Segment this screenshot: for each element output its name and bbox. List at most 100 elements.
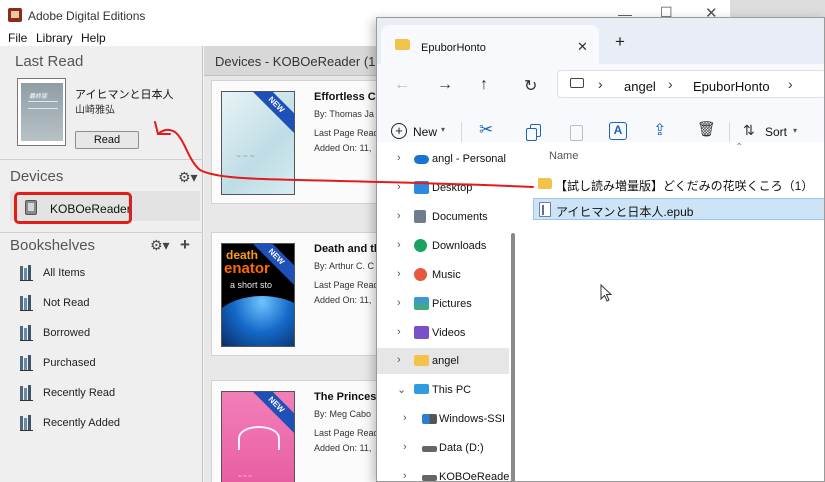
menu-help[interactable]: Help — [81, 31, 106, 45]
file-row-epub[interactable]: アイヒマンと日本人.epub — [533, 198, 824, 220]
bookshelf-icon — [20, 385, 34, 401]
add-bookshelf-icon[interactable]: + — [180, 235, 190, 255]
chevron-right-icon[interactable]: › — [598, 76, 603, 92]
tree-label: Music — [432, 269, 461, 281]
new-tab-icon[interactable]: + — [615, 32, 625, 52]
ade-app-icon — [8, 8, 22, 22]
forward-arrow-icon[interactable]: → — [437, 76, 453, 94]
chevron-right-icon[interactable]: › — [403, 412, 407, 424]
bookshelves-gear-icon[interactable]: ⚙▾ — [150, 237, 170, 254]
shelf-label: Recently Added — [43, 417, 121, 429]
tree-item-documents[interactable]: › Documents — [377, 204, 509, 230]
file-row-folder[interactable]: 【試し読み増量版】どくだみの花咲くころ（1） — [533, 173, 824, 195]
column-header-name[interactable]: Name — [549, 150, 578, 162]
shelf-not-read[interactable]: Not Read — [20, 292, 200, 314]
explorer-navigation-pane: › angl - Personal › Desktop › Documents … — [377, 142, 517, 482]
sidebar-divider — [0, 232, 203, 233]
chevron-right-icon[interactable]: › — [397, 239, 401, 251]
bookshelf-icon — [20, 295, 34, 311]
tree-item-music[interactable]: › Music — [377, 262, 509, 288]
paste-icon[interactable] — [567, 123, 585, 141]
shelf-label: Recently Read — [43, 387, 116, 399]
shelf-all-items[interactable]: All Items — [20, 262, 200, 284]
bookshelves-title: Bookshelves — [10, 237, 96, 254]
navigation-scrollbar-thumb[interactable] — [511, 233, 515, 481]
book-title[interactable]: Effortless Ch — [314, 91, 382, 103]
chevron-right-icon[interactable]: › — [397, 354, 401, 366]
up-arrow-icon[interactable]: ↑ — [480, 76, 488, 94]
chevron-right-icon[interactable]: › — [668, 76, 673, 92]
pictures-icon — [414, 297, 429, 310]
book-card[interactable]: ~ ~ ~ NEW The Princess By: Meg Cabo Last… — [211, 380, 382, 482]
bookshelf-icon — [20, 325, 34, 341]
sort-button[interactable]: ⇅ Sort ▾ — [743, 122, 803, 142]
book-cover[interactable]: death enator a short sto NEW — [221, 243, 295, 347]
chevron-right-icon[interactable]: › — [788, 76, 793, 92]
tree-item-pictures[interactable]: › Pictures — [377, 291, 509, 317]
chevron-right-icon[interactable]: › — [397, 210, 401, 222]
tree-item-videos[interactable]: › Videos — [377, 320, 509, 346]
devices-gear-icon[interactable]: ⚙▾ — [178, 169, 198, 186]
close-tab-icon[interactable]: ✕ — [577, 39, 588, 55]
book-card[interactable]: ~ ~ ~ NEW Effortless Ch By: Thomas Ja La… — [211, 80, 382, 204]
cut-icon[interactable]: ✂ — [479, 120, 497, 139]
tree-item-desktop[interactable]: › Desktop — [377, 175, 509, 201]
menu-file[interactable]: File — [8, 31, 27, 45]
share-icon[interactable]: ⇪ — [653, 120, 671, 139]
new-button-label: New — [413, 125, 438, 139]
breadcrumb-epuborhonto[interactable]: EpuborHonto — [693, 79, 770, 94]
chevron-right-icon[interactable]: › — [397, 326, 401, 338]
shelf-purchased[interactable]: Purchased — [20, 352, 200, 374]
chevron-right-icon[interactable]: › — [403, 470, 407, 481]
drive-icon — [422, 475, 437, 481]
menu-library[interactable]: Library — [36, 31, 73, 45]
chevron-right-icon[interactable]: › — [397, 268, 401, 280]
onedrive-icon — [414, 155, 429, 164]
tree-item-kobo-drive[interactable]: › KOBOeReade — [377, 464, 510, 482]
sort-button-label: Sort — [765, 125, 788, 139]
shelf-label: Borrowed — [43, 327, 91, 339]
chevron-right-icon[interactable]: › — [397, 181, 401, 193]
book-title[interactable]: Death and th — [314, 243, 381, 255]
tree-item-this-pc[interactable]: ⌄ This PC — [377, 377, 509, 403]
shelf-recently-read[interactable]: Recently Read — [20, 382, 200, 404]
tree-item-angel[interactable]: › angel — [377, 348, 509, 374]
tree-item-downloads[interactable]: › Downloads — [377, 233, 509, 259]
delete-icon[interactable]: 🗑 — [697, 120, 716, 138]
book-title[interactable]: The Princess — [314, 391, 382, 403]
tree-item-windows-drive[interactable]: › Windows-SSI — [377, 406, 509, 432]
address-bar[interactable]: › angel › EpuborHonto › — [557, 70, 824, 98]
refresh-icon[interactable]: ↻ — [524, 76, 537, 96]
tree-item-data-drive[interactable]: › Data (D:) — [377, 435, 509, 461]
copy-icon[interactable] — [525, 123, 543, 141]
breadcrumb-angel[interactable]: angel — [624, 79, 656, 94]
back-arrow-icon[interactable]: ← — [394, 76, 410, 94]
file-explorer-window: EpuborHonto ✕ + ← → ↑ ↻ › angel › Epubor… — [376, 17, 825, 482]
last-read-cover[interactable]: 最終版 — [17, 78, 66, 146]
book-card[interactable]: death enator a short sto NEW Death and t… — [211, 232, 381, 356]
chevron-right-icon[interactable]: › — [403, 441, 407, 453]
chevron-right-icon[interactable]: › — [397, 152, 401, 164]
read-button[interactable]: Read — [75, 131, 139, 149]
book-added-on: Added On: 11, — [314, 295, 372, 305]
downloads-icon — [414, 239, 427, 252]
explorer-tab[interactable]: EpuborHonto ✕ — [381, 25, 599, 64]
tree-label: Pictures — [432, 298, 472, 310]
last-read-cover-lines — [28, 101, 58, 109]
ade-sidebar: Last Read 最終版 アイヒマンと日本人 山崎雅弘 Read Device… — [0, 46, 203, 482]
chevron-right-icon[interactable]: › — [397, 297, 401, 309]
tree-label: KOBOeReade — [439, 471, 510, 482]
chevron-down-icon[interactable]: ⌄ — [397, 383, 406, 396]
book-last-page: Last Page Read — [314, 128, 379, 138]
tree-item-onedrive[interactable]: › angl - Personal — [377, 146, 509, 172]
shelf-recently-added[interactable]: Recently Added — [20, 412, 200, 434]
rename-icon[interactable]: A — [609, 122, 627, 140]
book-cover[interactable]: ~ ~ ~ NEW — [221, 391, 295, 482]
new-button[interactable]: + New ▾ — [391, 122, 451, 142]
tree-label: Videos — [432, 327, 466, 339]
book-cover[interactable]: ~ ~ ~ NEW — [221, 91, 295, 195]
shelf-borrowed[interactable]: Borrowed — [20, 322, 200, 344]
tree-label: Documents — [432, 211, 488, 223]
tree-label: This PC — [432, 384, 472, 396]
cover-text-decoration: ~ ~ ~ — [238, 474, 252, 480]
